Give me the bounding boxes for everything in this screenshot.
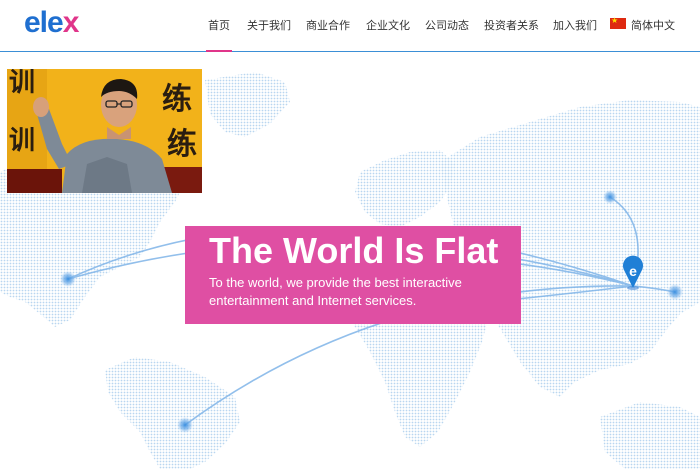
hero-title: The World Is Flat xyxy=(209,230,499,271)
nav-item-about-us[interactable]: 关于我们 xyxy=(247,17,291,33)
photo-char-1: 训 xyxy=(9,69,35,98)
continent-australia xyxy=(600,402,700,469)
founder-photo: 训 训 练 练 xyxy=(7,69,202,193)
city-dot-south-america xyxy=(177,417,193,433)
nav-item-culture[interactable]: 企业文化 xyxy=(366,17,410,33)
main-nav: 首页 关于我们 商业合作 企业文化 公司动态 投资者关系 加入我们 ★ 简体中文 xyxy=(0,0,700,52)
nav-item-home[interactable]: 首页 xyxy=(208,17,230,33)
city-dot-japan xyxy=(667,284,683,300)
photo-char-3: 练 xyxy=(162,82,192,117)
hero-section: e 训 训 练 练 The World Is Flat To the world… xyxy=(0,52,700,469)
continent-greenland xyxy=(205,72,290,137)
site-header: elex 首页 关于我们 商业合作 企业文化 公司动态 投资者关系 加入我们 ★… xyxy=(0,0,700,52)
photo-char-2: 训 xyxy=(9,126,35,156)
photo-char-4: 练 xyxy=(167,127,197,162)
language-selector[interactable]: 简体中文 xyxy=(631,17,675,33)
nav-item-investors[interactable]: 投资者关系 xyxy=(484,17,539,33)
china-flag-icon[interactable]: ★ xyxy=(610,16,626,29)
nav-item-news[interactable]: 公司动态 xyxy=(425,17,469,33)
nav-item-business[interactable]: 商业合作 xyxy=(306,17,350,33)
nav-item-join-us[interactable]: 加入我们 xyxy=(553,17,597,33)
hero-banner: The World Is Flat To the world, we provi… xyxy=(185,226,521,324)
hero-subtitle: To the world, we provide the best intera… xyxy=(209,275,462,308)
city-dot-north-america xyxy=(60,271,76,287)
pin-letter: e xyxy=(629,263,637,279)
continent-europe xyxy=(355,150,455,227)
city-dot-north-asia xyxy=(603,190,617,204)
continent-south-america xyxy=(105,357,240,469)
